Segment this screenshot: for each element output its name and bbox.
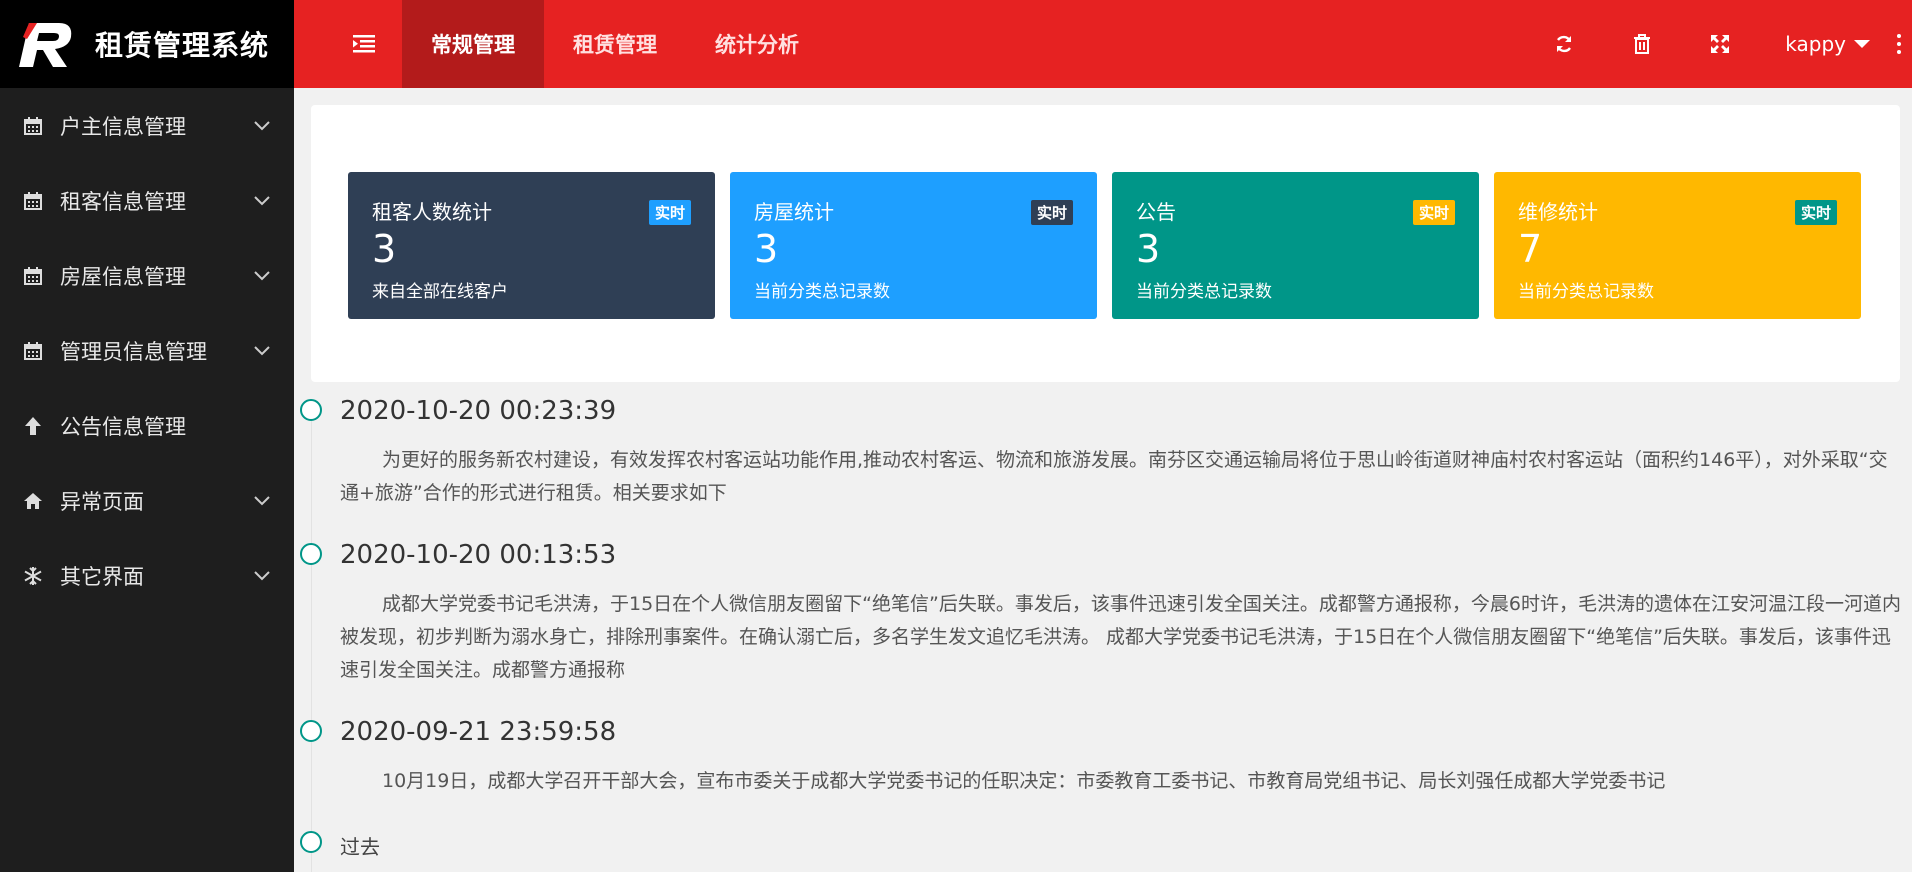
chevron-down-icon (252, 491, 272, 511)
sidebar-item-label: 房屋信息管理 (60, 264, 186, 289)
app-title: 租赁管理系统 (95, 29, 270, 62)
sidebar-item-label: 公告信息管理 (60, 414, 186, 439)
stat-desc: 当前分类总记录数 (1136, 282, 1272, 302)
timeline-text: 10月19日，成都大学召开干部大会，宣布市委关于成都大学党委书记的任职决定：市委… (382, 770, 1666, 792)
user-menu[interactable]: kappy (1759, 0, 1886, 88)
realtime-badge: 实时 (1030, 200, 1073, 225)
sidebar-item-label: 租客信息管理 (60, 189, 186, 214)
stat-value: 3 (754, 227, 779, 271)
snowflake-icon (22, 565, 44, 587)
app-root: 租赁管理系统 户主信息管理 租客信息管理 房屋信息管理 管理员信息管理 公告信息… (0, 0, 1912, 872)
trash-icon[interactable] (1603, 0, 1681, 88)
sidebar-item-other[interactable]: 其它界面 (0, 538, 294, 613)
sidebar-item-tenant[interactable]: 租客信息管理 (0, 163, 294, 238)
realtime-badge: 实时 (1412, 200, 1455, 225)
timeline-text: 成都大学党委书记毛洪涛，于15日在个人微信朋友圈留下“绝笔信”后失联。事发后，该… (340, 593, 1901, 681)
logo-area[interactable]: 租赁管理系统 (0, 0, 294, 88)
top-header: 常规管理 租赁管理 统计分析 kappy (294, 0, 1912, 88)
calendar-icon (22, 265, 44, 287)
chevron-down-icon (252, 266, 272, 286)
timeline-date: 2020-10-20 00:13:53 (340, 540, 617, 570)
chevron-down-icon (252, 566, 272, 586)
logo-icon (15, 19, 75, 69)
calendar-icon (22, 190, 44, 212)
tab-rental[interactable]: 租赁管理 (544, 0, 686, 88)
stat-title: 维修统计 (1518, 200, 1598, 224)
realtime-badge: 实时 (1794, 200, 1837, 225)
timeline-date: 2020-10-20 00:23:39 (340, 396, 617, 426)
stat-desc: 来自全部在线客户 (372, 282, 508, 302)
stat-desc: 当前分类总记录数 (1518, 282, 1654, 302)
sidebar-item-admin[interactable]: 管理员信息管理 (0, 313, 294, 388)
timeline-dot-icon (300, 720, 322, 742)
timeline-axis (311, 412, 312, 872)
chevron-down-icon (252, 341, 272, 361)
caret-down-icon (1854, 40, 1870, 48)
stat-card-houses[interactable]: 房屋统计 实时 3 当前分类总记录数 (730, 172, 1097, 319)
sidebar-item-label: 其它界面 (60, 564, 144, 589)
refresh-icon[interactable] (1525, 0, 1603, 88)
sidebar-menu: 户主信息管理 租客信息管理 房屋信息管理 管理员信息管理 公告信息管理 异常页面… (0, 88, 294, 613)
header-actions: kappy (1525, 0, 1912, 88)
stat-title: 租客人数统计 (372, 200, 492, 224)
timeline-date: 2020-09-21 23:59:58 (340, 717, 617, 747)
stat-value: 3 (1136, 227, 1161, 271)
timeline-dot-icon (300, 399, 322, 421)
timeline-past-label: 过去 (340, 835, 380, 859)
fullscreen-icon[interactable] (1681, 0, 1759, 88)
sidebar-item-error-pages[interactable]: 异常页面 (0, 463, 294, 538)
chevron-down-icon (252, 116, 272, 136)
sidebar-item-house[interactable]: 房屋信息管理 (0, 238, 294, 313)
calendar-icon (22, 340, 44, 362)
stat-card-notices[interactable]: 公告 实时 3 当前分类总记录数 (1112, 172, 1479, 319)
calendar-icon (22, 115, 44, 137)
stat-card-repairs[interactable]: 维修统计 实时 7 当前分类总记录数 (1494, 172, 1861, 319)
sidebar-item-label: 管理员信息管理 (60, 339, 207, 364)
stats-panel: 租客人数统计 实时 3 来自全部在线客户 房屋统计 实时 3 当前分类总记录数 … (311, 105, 1900, 382)
more-vertical-icon[interactable] (1886, 0, 1912, 88)
stat-card-tenants[interactable]: 租客人数统计 实时 3 来自全部在线客户 (348, 172, 715, 319)
stat-title: 房屋统计 (754, 200, 834, 224)
tab-statistics[interactable]: 统计分析 (686, 0, 828, 88)
arrow-up-icon (22, 415, 44, 437)
realtime-badge: 实时 (648, 200, 691, 225)
sidebar-item-owner[interactable]: 户主信息管理 (0, 88, 294, 163)
notice-timeline: 2020-10-20 00:23:39 为更好的服务新农村建设，有效发挥农村客运… (294, 382, 1912, 872)
sidebar-item-notice[interactable]: 公告信息管理 (0, 388, 294, 463)
timeline-dot-icon (300, 831, 322, 853)
stat-value: 3 (372, 227, 397, 271)
sidebar-item-label: 异常页面 (60, 489, 144, 514)
chevron-down-icon (252, 191, 272, 211)
timeline-text: 为更好的服务新农村建设，有效发挥农村客运站功能作用,推动农村客运、物流和旅游发展… (340, 449, 1888, 504)
home-icon (22, 490, 44, 512)
menu-toggle-icon[interactable] (326, 0, 402, 88)
sidebar-item-label: 户主信息管理 (60, 114, 186, 139)
sidebar: 租赁管理系统 户主信息管理 租客信息管理 房屋信息管理 管理员信息管理 公告信息… (0, 0, 294, 872)
stat-desc: 当前分类总记录数 (754, 282, 890, 302)
stat-title: 公告 (1136, 200, 1176, 224)
stat-value: 7 (1518, 227, 1543, 271)
username: kappy (1785, 32, 1846, 56)
tab-general[interactable]: 常规管理 (402, 0, 544, 88)
timeline-dot-icon (300, 543, 322, 565)
